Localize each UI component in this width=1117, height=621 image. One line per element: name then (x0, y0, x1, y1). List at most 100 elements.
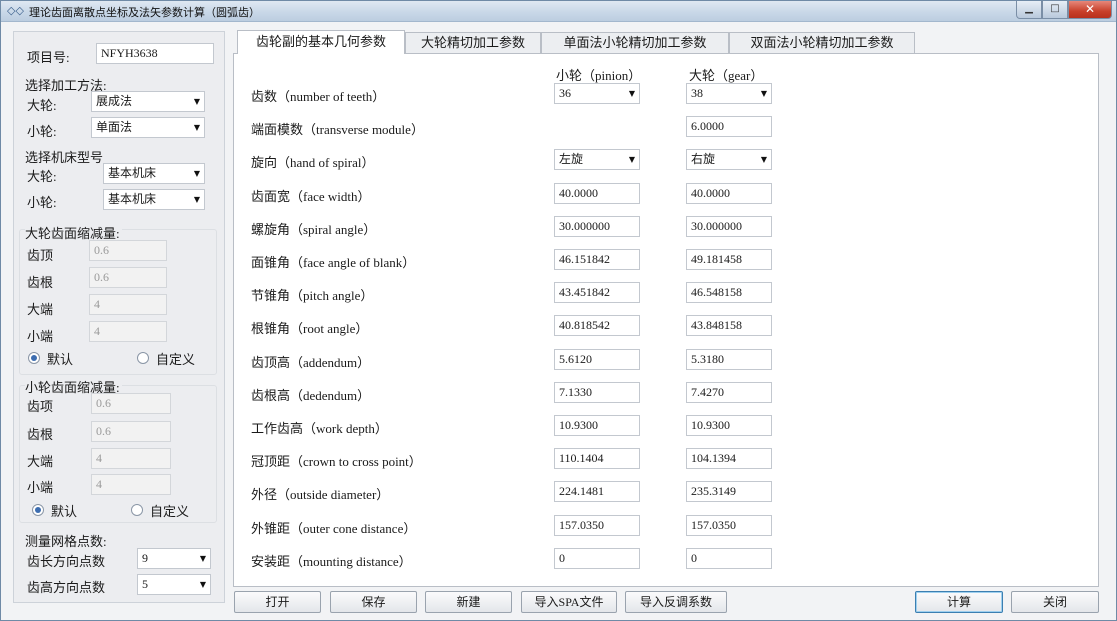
gear-value-input[interactable]: 49.181458 (686, 249, 772, 270)
gear-value-input[interactable]: 5.3180 (686, 349, 772, 370)
pinion-machine-select[interactable]: 基本机床 ▼ (103, 189, 205, 210)
parameter-label: 面锥角（face angle of blank） (251, 255, 416, 270)
gear-machine-label: 大轮: (27, 169, 57, 184)
pinion-method-label: 小轮: (27, 124, 57, 139)
project-number-input[interactable]: NFYH3638 (96, 43, 214, 64)
chevron-down-icon: ▼ (760, 89, 767, 98)
gear-value-input[interactable]: 40.0000 (686, 183, 772, 204)
pinion-reduction-label: 大端 (27, 454, 54, 469)
pinion-value-input[interactable]: 5.6120 (554, 349, 640, 370)
gear-reduction-label: 大端 (27, 302, 54, 317)
pinion-value-input[interactable]: 46.151842 (554, 249, 640, 270)
parameter-label: 螺旋角（spiral angle） (251, 222, 377, 237)
calculate-button[interactable]: 计算 (915, 591, 1003, 613)
gear-value-input[interactable]: 6.0000 (686, 116, 772, 137)
parameter-label: 齿面宽（face width） (251, 189, 371, 204)
parameter-label: 齿顶高（addendum） (251, 355, 371, 370)
gear-value-input[interactable]: 10.9300 (686, 415, 772, 436)
pinion-reduction-input[interactable]: 0.6 (91, 421, 171, 442)
length-points-select[interactable]: 9 ▼ (137, 548, 211, 569)
gear-method-label: 大轮: (27, 98, 57, 113)
pinion-reduction-label: 小端 (27, 480, 54, 495)
pinion-teeth-select[interactable]: 36 ▼ (554, 83, 640, 104)
gear-reduction-label: 小端 (27, 329, 54, 344)
gear-custom-radio[interactable] (137, 352, 149, 364)
gear-teeth-select[interactable]: 38 ▼ (686, 83, 772, 104)
pinion-default-label: 默认 (51, 504, 78, 519)
gear-default-label: 默认 (47, 352, 74, 367)
gear-reduction-label: 齿根 (27, 275, 54, 290)
tab-single-side-pinion[interactable]: 单面法小轮精切加工参数 (541, 32, 729, 54)
pinion-value-input[interactable]: 10.9300 (554, 415, 640, 436)
pinion-hand-select[interactable]: 左旋 ▼ (554, 149, 640, 170)
chevron-down-icon: ▼ (760, 155, 767, 164)
save-button[interactable]: 保存 (330, 591, 417, 613)
chevron-down-icon: ▼ (193, 97, 200, 106)
close-button[interactable]: 关闭 (1011, 591, 1099, 613)
gear-reduction-input[interactable]: 4 (89, 294, 167, 315)
parameter-label: 冠顶距（crown to cross point） (251, 454, 422, 469)
pinion-value-input[interactable]: 224.1481 (554, 481, 640, 502)
minimize-button[interactable]: ▁ (1016, 1, 1042, 19)
parameter-label: 齿根高（dedendum） (251, 388, 371, 403)
gear-machine-select[interactable]: 基本机床 ▼ (103, 163, 205, 184)
gear-value-input[interactable]: 46.548158 (686, 282, 772, 303)
pinion-default-radio[interactable] (32, 504, 44, 516)
pinion-value-input[interactable]: 0 (554, 548, 640, 569)
new-button[interactable]: 新建 (425, 591, 512, 613)
gear-value-input[interactable]: 0 (686, 548, 772, 569)
gear-value-input[interactable]: 7.4270 (686, 382, 772, 403)
height-points-label: 齿高方向点数 (27, 580, 106, 595)
pinion-value-input[interactable]: 40.0000 (554, 183, 640, 204)
project-label: 项目号: (27, 50, 70, 65)
pinion-custom-radio[interactable] (131, 504, 143, 516)
gear-value-input[interactable]: 235.3149 (686, 481, 772, 502)
pinion-value-input[interactable]: 40.818542 (554, 315, 640, 336)
gear-custom-label: 自定义 (156, 352, 196, 367)
chevron-down-icon: ▼ (628, 89, 635, 98)
height-points-select[interactable]: 5 ▼ (137, 574, 211, 595)
pinion-method-select[interactable]: 单面法 ▼ (91, 117, 205, 138)
pinion-value-input[interactable]: 30.000000 (554, 216, 640, 237)
gear-reduction-input[interactable]: 0.6 (89, 267, 167, 288)
gear-value-input[interactable]: 30.000000 (686, 216, 772, 237)
gear-default-radio[interactable] (28, 352, 40, 364)
pinion-column-header: 小轮（pinion） (556, 68, 642, 83)
pinion-reduction-label: 齿项 (27, 399, 54, 414)
grid-points-title: 测量网格点数: (25, 534, 107, 549)
import-coefficients-button[interactable]: 导入反调系数 (625, 591, 727, 613)
gear-column-header: 大轮（gear） (689, 68, 764, 83)
gear-reduction-input[interactable]: 4 (89, 321, 167, 342)
import-spa-button[interactable]: 导入SPA文件 (521, 591, 617, 613)
pinion-machine-label: 小轮: (27, 195, 57, 210)
title-bar: ◇◇ 理论齿面离散点坐标及法矢参数计算（圆弧齿） ▁ □ ✕ (1, 1, 1116, 22)
maximize-button[interactable]: □ (1042, 1, 1068, 19)
gear-value-input[interactable]: 104.1394 (686, 448, 772, 469)
pinion-value-input[interactable]: 110.1404 (554, 448, 640, 469)
gear-value-input[interactable]: 157.0350 (686, 515, 772, 536)
chevron-down-icon: ▼ (193, 195, 200, 204)
gear-reduction-input[interactable]: 0.6 (89, 240, 167, 261)
tab-gear-finishing[interactable]: 大轮精切加工参数 (405, 32, 541, 54)
pinion-value-input[interactable]: 7.1330 (554, 382, 640, 403)
pinion-reduction-input[interactable]: 4 (91, 474, 171, 495)
parameter-label: 齿数（number of teeth） (251, 89, 386, 104)
app-icon: ◇◇ (7, 4, 24, 17)
gear-hand-select[interactable]: 右旋 ▼ (686, 149, 772, 170)
pinion-reduction-input[interactable]: 0.6 (91, 393, 171, 414)
pinion-reduction-input[interactable]: 4 (91, 448, 171, 469)
parameter-label: 工作齿高（work depth） (251, 421, 388, 436)
close-window-button[interactable]: ✕ (1068, 1, 1112, 19)
machine-type-title: 选择机床型号 (25, 150, 104, 165)
window-title: 理论齿面离散点坐标及法矢参数计算（圆弧齿） (29, 6, 260, 19)
tab-double-side-pinion[interactable]: 双面法小轮精切加工参数 (729, 32, 915, 54)
pinion-value-input[interactable]: 43.451842 (554, 282, 640, 303)
gear-value-input[interactable]: 43.848158 (686, 315, 772, 336)
parameter-label: 端面模数（transverse module） (251, 122, 424, 137)
pinion-value-input[interactable]: 157.0350 (554, 515, 640, 536)
parameter-label: 外径（outside diameter） (251, 487, 390, 502)
open-button[interactable]: 打开 (234, 591, 321, 613)
gear-method-select[interactable]: 展成法 ▼ (91, 91, 205, 112)
gear-reduction-label: 齿顶 (27, 248, 54, 263)
tab-basic-geometry[interactable]: 齿轮副的基本几何参数 (237, 30, 405, 54)
